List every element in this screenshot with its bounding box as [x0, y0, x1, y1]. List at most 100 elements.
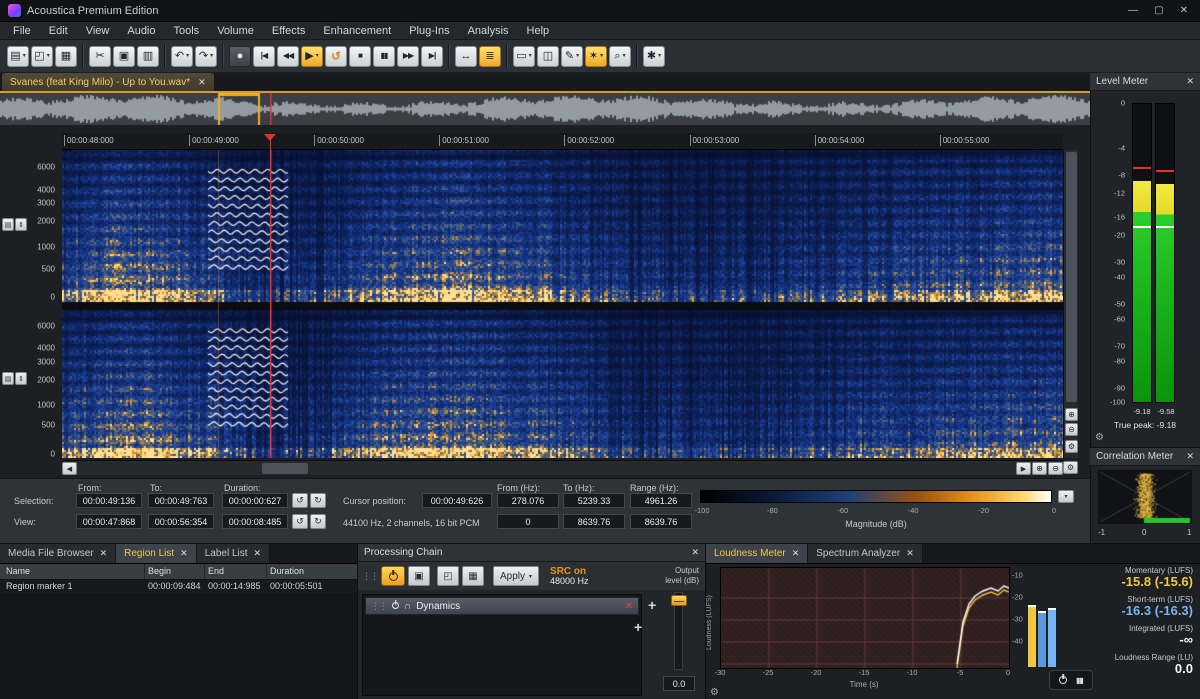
- tab-label-list[interactable]: Label List ✕: [197, 544, 270, 563]
- scroll-left-button[interactable]: ◀: [62, 462, 77, 475]
- new-file-button[interactable]: ▤ ▾: [7, 46, 29, 67]
- menu-item[interactable]: View: [77, 23, 119, 39]
- open-file-button[interactable]: ◰ ▾: [31, 46, 53, 67]
- effect-power-icon[interactable]: [392, 601, 399, 612]
- column-header-duration[interactable]: Duration: [270, 566, 304, 576]
- rectangle-selection-tool-button[interactable]: ◫ ▾: [537, 46, 559, 67]
- selection-redo-button[interactable]: ↻: [310, 493, 326, 508]
- column-header-end[interactable]: End: [208, 566, 224, 576]
- waveform-overview[interactable]: [0, 93, 1090, 125]
- stop-button[interactable]: ■ ▾: [349, 46, 371, 67]
- cut-button[interactable]: ✂ ▾: [89, 46, 111, 67]
- hz-view-range-field[interactable]: 8639.76: [630, 514, 692, 529]
- maximize-button[interactable]: ▢: [1154, 6, 1163, 16]
- dock-tab-close-icon[interactable]: ✕: [792, 549, 800, 558]
- level-meter-wrench-icon[interactable]: ⚙: [1095, 432, 1104, 443]
- chain-open-button[interactable]: ◰: [437, 566, 459, 586]
- cursor-position-field[interactable]: 00:00:49:626: [422, 493, 492, 508]
- redo-button[interactable]: ↷ ▾: [195, 46, 217, 67]
- rewind-button[interactable]: ◀◀ ▾: [277, 46, 299, 67]
- loop-playback-button[interactable]: ↺ ▾: [325, 46, 347, 67]
- tab-loudness-meter[interactable]: Loudness Meter ✕: [706, 544, 808, 563]
- hz-selection-from-field[interactable]: 278.076: [497, 493, 559, 508]
- record-button[interactable]: ● ▾: [229, 46, 251, 67]
- magic-wand-tool-button[interactable]: ✶ ▾: [585, 46, 607, 67]
- retouch-tool-button[interactable]: ✱ ▾: [643, 46, 665, 67]
- document-tab-close-icon[interactable]: ✕: [198, 78, 206, 87]
- tab-region-list[interactable]: Region List ✕: [116, 544, 197, 563]
- loudness-wrench-icon[interactable]: ⚙: [710, 687, 719, 698]
- channel-options-button[interactable]: ▤: [2, 218, 14, 231]
- dock-tab-close-icon[interactable]: ✕: [180, 549, 188, 558]
- save-file-button[interactable]: ▦ ▾: [55, 46, 77, 67]
- hz-view-to-field[interactable]: 8639.76: [563, 514, 625, 529]
- menu-item[interactable]: Enhancement: [314, 23, 400, 39]
- menu-item[interactable]: Tools: [165, 23, 209, 39]
- zoom-in-vertical-button[interactable]: ⊕: [1065, 408, 1078, 421]
- timeline-ruler[interactable]: 00:00:48:00000:00:49:00000:00:50:00000:0…: [62, 133, 1063, 150]
- draw-tool-button[interactable]: ✎ ▾: [561, 46, 583, 67]
- copy-button[interactable]: ▣ ▾: [113, 46, 135, 67]
- zoom-out-horizontal-button[interactable]: ⊖: [1048, 462, 1063, 475]
- loudness-pause-button[interactable]: ▮▮: [1076, 676, 1083, 685]
- apply-button[interactable]: Apply ▾: [493, 566, 539, 586]
- channel-resize-handle[interactable]: ⇕: [15, 218, 27, 231]
- vertical-scrollbar-thumb[interactable]: [1066, 152, 1077, 402]
- hz-selection-to-field[interactable]: 5239.33: [563, 493, 625, 508]
- fast-forward-button[interactable]: ▶▶ ▾: [397, 46, 419, 67]
- chain-copy-button[interactable]: ▣: [408, 566, 430, 586]
- horizontal-scrollbar-thumb[interactable]: [262, 463, 308, 474]
- effect-remove-icon[interactable]: ✕: [625, 601, 633, 612]
- region-list-row[interactable]: Region marker 1 00:00:09:484 00:00:14:98…: [0, 580, 357, 595]
- menu-item[interactable]: File: [4, 23, 40, 39]
- tab-spectrum-analyzer[interactable]: Spectrum Analyzer ✕: [808, 544, 922, 563]
- zoom-out-vertical-button[interactable]: ⊖: [1065, 423, 1078, 436]
- menu-item[interactable]: Analysis: [459, 23, 518, 39]
- view-redo-button[interactable]: ↻: [310, 514, 326, 529]
- menu-item[interactable]: Volume: [208, 23, 263, 39]
- view-duration-field[interactable]: 00:00:08:485: [222, 514, 288, 529]
- column-header-begin[interactable]: Begin: [148, 566, 171, 576]
- menu-item[interactable]: Plug-Ins: [400, 23, 458, 39]
- undo-button[interactable]: ↶ ▾: [171, 46, 193, 67]
- hz-view-from-field[interactable]: 0: [497, 514, 559, 529]
- tab-media-file-browser[interactable]: Media File Browser ✕: [0, 544, 116, 563]
- spectrogram-settings-wrench-icon[interactable]: ⚙: [1065, 440, 1078, 453]
- menu-item[interactable]: Audio: [118, 23, 164, 39]
- view-undo-button[interactable]: ↺: [292, 514, 308, 529]
- column-header-name[interactable]: Name: [6, 566, 30, 576]
- hz-selection-range-field[interactable]: 4961.26: [630, 493, 692, 508]
- chain-save-button[interactable]: ▦: [462, 566, 484, 586]
- view-settings-wrench-icon[interactable]: ⚙: [1063, 461, 1078, 474]
- output-level-slider[interactable]: [674, 592, 683, 670]
- scroll-right-button[interactable]: ▶: [1016, 462, 1031, 475]
- go-to-end-button[interactable]: ▶| ▾: [421, 46, 443, 67]
- channel-options-button[interactable]: ▤: [2, 372, 14, 385]
- dock-tab-close-icon[interactable]: ✕: [254, 549, 262, 558]
- processing-chain-close-icon[interactable]: ✕: [691, 548, 699, 557]
- go-to-start-button[interactable]: |◀ ▾: [253, 46, 275, 67]
- correlation-meter-close-icon[interactable]: ✕: [1186, 452, 1194, 461]
- spectral-view-button[interactable]: ≣ ▾: [479, 46, 501, 67]
- channel-resize-handle[interactable]: ⇕: [15, 372, 27, 385]
- loudness-reset-button[interactable]: [1059, 671, 1067, 689]
- horizontal-scrollbar[interactable]: ◀ ▶ ⊕ ⊖: [62, 460, 1063, 475]
- spectrogram-view[interactable]: [62, 150, 1063, 458]
- selection-duration-field[interactable]: 00:00:00:627: [222, 493, 288, 508]
- view-to-field[interactable]: 00:00:56:354: [148, 514, 214, 529]
- menu-item[interactable]: Help: [518, 23, 559, 39]
- effect-row[interactable]: ⋮⋮ ∩ Dynamics ✕: [365, 597, 639, 615]
- colormap-dropdown-button[interactable]: ▾: [1058, 490, 1074, 503]
- output-level-slider-handle[interactable]: [671, 595, 687, 606]
- paste-button[interactable]: ▥ ▾: [137, 46, 159, 67]
- minimize-button[interactable]: —: [1128, 6, 1138, 16]
- add-effect-below-button[interactable]: +: [634, 620, 642, 634]
- headphones-icon[interactable]: ∩: [404, 601, 411, 612]
- menu-item[interactable]: Edit: [40, 23, 77, 39]
- effect-grip-icon[interactable]: ⋮⋮: [371, 601, 387, 612]
- output-level-value[interactable]: 0.0: [663, 676, 695, 691]
- pause-button[interactable]: ▮▮ ▾: [373, 46, 395, 67]
- selection-from-field[interactable]: 00:00:49:136: [76, 493, 142, 508]
- dock-tab-close-icon[interactable]: ✕: [906, 549, 914, 558]
- zoom-tool-button[interactable]: ⌕ ▾: [609, 46, 631, 67]
